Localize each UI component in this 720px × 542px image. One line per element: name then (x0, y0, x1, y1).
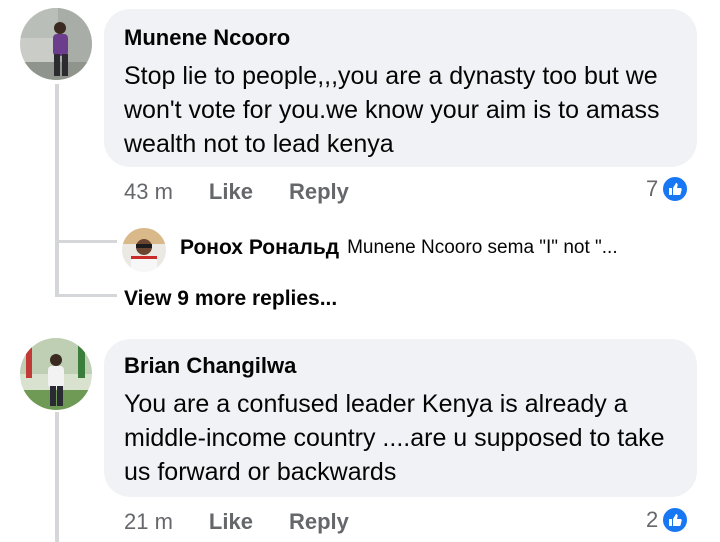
reply-button[interactable]: Reply (289, 509, 349, 535)
like-button[interactable]: Like (209, 179, 253, 205)
thread-connector-line-2 (55, 412, 59, 542)
comment-author[interactable]: Munene Ncooro (124, 25, 677, 51)
avatar-photo (20, 338, 92, 410)
comment-author[interactable]: Brian Changilwa (124, 353, 677, 379)
avatar[interactable] (20, 338, 92, 410)
thread-connector-branch-2 (55, 294, 117, 297)
like-button[interactable]: Like (209, 509, 253, 535)
reply-avatar-photo (122, 228, 166, 272)
reply-preview[interactable]: Ронох Рональд Munene Ncooro sema "I" not… (180, 236, 618, 260)
comment-bubble[interactable]: Brian Changilwa You are a confused leade… (104, 339, 697, 497)
comment-text: Stop lie to people,,,you are a dynasty t… (124, 62, 660, 158)
avatar[interactable] (20, 8, 92, 80)
reaction-count: 2 (646, 507, 659, 532)
comment-text: You are a confused leader Kenya is alrea… (124, 390, 665, 486)
like-icon (661, 506, 690, 534)
reply-avatar[interactable] (122, 228, 166, 272)
thread-connector-branch (55, 240, 117, 243)
avatar-photo (20, 8, 92, 80)
view-more-replies-link[interactable]: View 9 more replies... (124, 287, 337, 311)
reaction-summary[interactable]: 2 (646, 506, 690, 534)
reaction-count: 7 (646, 176, 659, 201)
reply-text: Munene Ncooro sema "I" not "... (347, 237, 618, 258)
comment-timestamp[interactable]: 43 m (124, 179, 173, 205)
reaction-summary[interactable]: 7 (646, 175, 690, 203)
comment-bubble[interactable]: Munene Ncooro Stop lie to people,,,you a… (104, 9, 697, 167)
comment-actions: 43 m Like Reply (124, 177, 349, 207)
reply-author[interactable]: Ронох Рональд (180, 236, 339, 260)
comment-actions: 21 m Like Reply (124, 507, 349, 537)
reply-button[interactable]: Reply (289, 179, 349, 205)
comment-timestamp[interactable]: 21 m (124, 509, 173, 535)
like-icon (661, 175, 690, 203)
thread-connector-line (55, 84, 59, 294)
